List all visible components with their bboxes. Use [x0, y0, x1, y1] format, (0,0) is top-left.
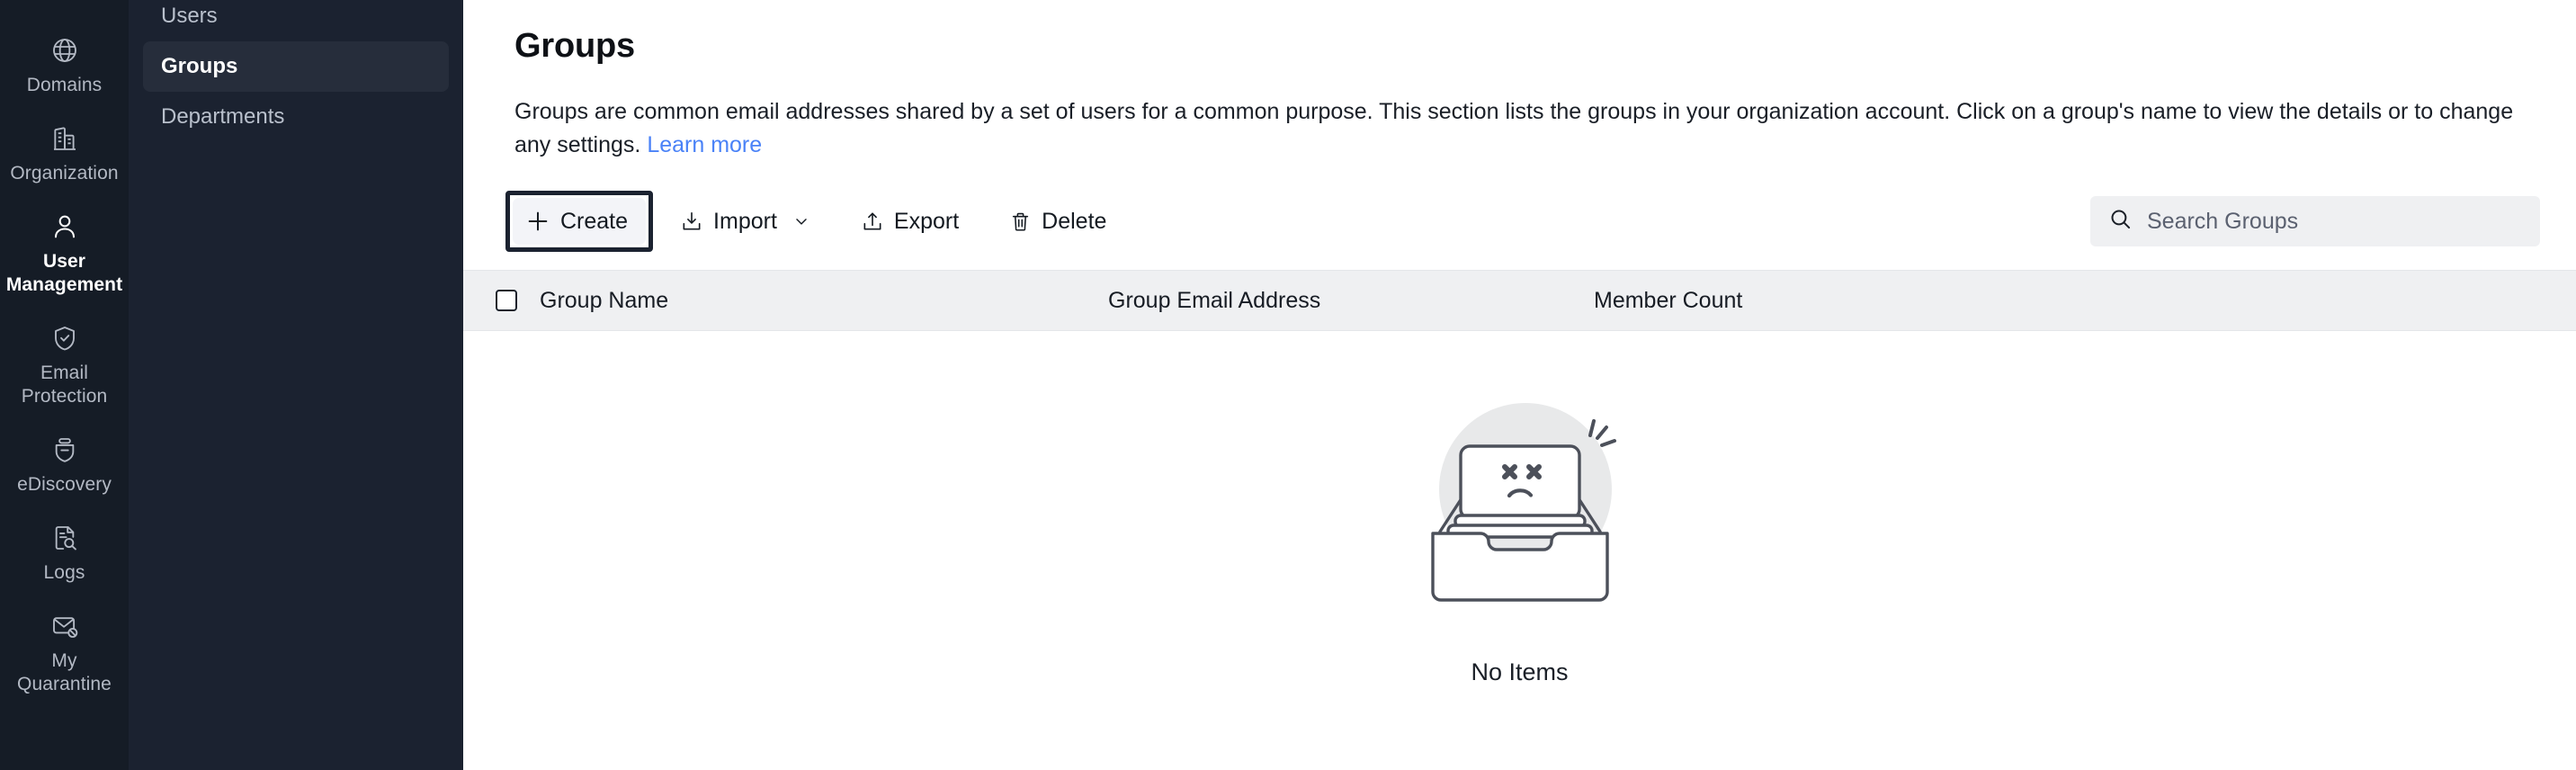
- search-icon: [2108, 207, 2133, 236]
- subnav-item-departments[interactable]: Departments: [143, 92, 449, 142]
- export-button[interactable]: Export: [846, 198, 973, 245]
- log-search-icon: [49, 522, 81, 554]
- delete-button-label: Delete: [1042, 209, 1106, 235]
- secondary-sidebar: Users Groups Departments: [129, 0, 463, 770]
- sidebar-item-organization[interactable]: Organization: [0, 110, 129, 198]
- column-header-member-count[interactable]: Member Count: [1594, 288, 2576, 314]
- primary-sidebar: Domains Organization User: [0, 0, 129, 770]
- plus-icon: [525, 209, 550, 234]
- empty-state: No Items: [463, 383, 2576, 686]
- sidebar-item-label: Organization: [10, 162, 118, 185]
- sidebar-item-my-quarantine[interactable]: My Quarantine: [0, 597, 129, 709]
- shield-check-icon: [49, 322, 81, 354]
- page-description: Groups are common email addresses shared…: [514, 95, 2529, 162]
- app-root: Domains Organization User: [0, 0, 2576, 770]
- sidebar-item-label: Domains: [27, 74, 103, 97]
- empty-state-text: No Items: [1471, 658, 1568, 686]
- globe-icon: [49, 34, 81, 67]
- toolbar: Create Import: [463, 193, 2576, 249]
- select-all-checkbox[interactable]: [496, 290, 517, 311]
- trash-icon: [1009, 210, 1032, 233]
- subnav-item-label: Departments: [161, 104, 284, 130]
- sidebar-item-logs[interactable]: Logs: [0, 509, 129, 597]
- sidebar-item-label: Email Protection: [22, 362, 108, 408]
- export-button-label: Export: [894, 209, 959, 235]
- subnav-item-label: Groups: [161, 54, 237, 79]
- sidebar-item-label: eDiscovery: [17, 473, 112, 497]
- sidebar-item-ediscovery[interactable]: eDiscovery: [0, 421, 129, 509]
- building-icon: [49, 122, 81, 155]
- sidebar-item-label: Logs: [44, 561, 85, 585]
- sidebar-item-user-management[interactable]: User Management: [0, 198, 129, 309]
- import-icon: [680, 210, 703, 233]
- column-header-group-email[interactable]: Group Email Address: [1108, 288, 1594, 314]
- chevron-down-icon: [792, 212, 810, 230]
- subnav-item-groups[interactable]: Groups: [143, 41, 449, 92]
- search-groups-box[interactable]: [2090, 196, 2540, 246]
- sidebar-item-label: My Quarantine: [17, 649, 112, 696]
- discovery-icon: [49, 434, 81, 466]
- mail-block-icon: [49, 610, 81, 642]
- user-icon: [49, 210, 81, 243]
- column-header-group-name[interactable]: Group Name: [540, 288, 1108, 314]
- sidebar-item-label: User Management: [6, 250, 122, 297]
- search-input[interactable]: [2145, 208, 2522, 236]
- import-button[interactable]: Import: [666, 198, 825, 245]
- sidebar-item-email-protection[interactable]: Email Protection: [0, 309, 129, 421]
- create-button[interactable]: Create: [513, 198, 646, 245]
- import-button-label: Import: [713, 209, 777, 235]
- empty-inbox-illustration: [1403, 383, 1637, 626]
- page-title: Groups: [514, 27, 2576, 66]
- learn-more-link[interactable]: Learn more: [647, 132, 762, 157]
- subnav-item-label: Users: [161, 4, 218, 29]
- subnav-item-users[interactable]: Users: [143, 0, 449, 41]
- export-icon: [861, 210, 884, 233]
- create-button-focus-ring: Create: [505, 191, 653, 252]
- create-button-label: Create: [560, 209, 628, 235]
- main-content: Groups Groups are common email addresses…: [463, 0, 2576, 770]
- table-header-row: Group Name Group Email Address Member Co…: [463, 270, 2576, 331]
- page-description-text: Groups are common email addresses shared…: [514, 99, 2513, 157]
- delete-button[interactable]: Delete: [995, 198, 1121, 245]
- select-all-cell: [463, 290, 540, 311]
- sidebar-item-domains[interactable]: Domains: [0, 22, 129, 110]
